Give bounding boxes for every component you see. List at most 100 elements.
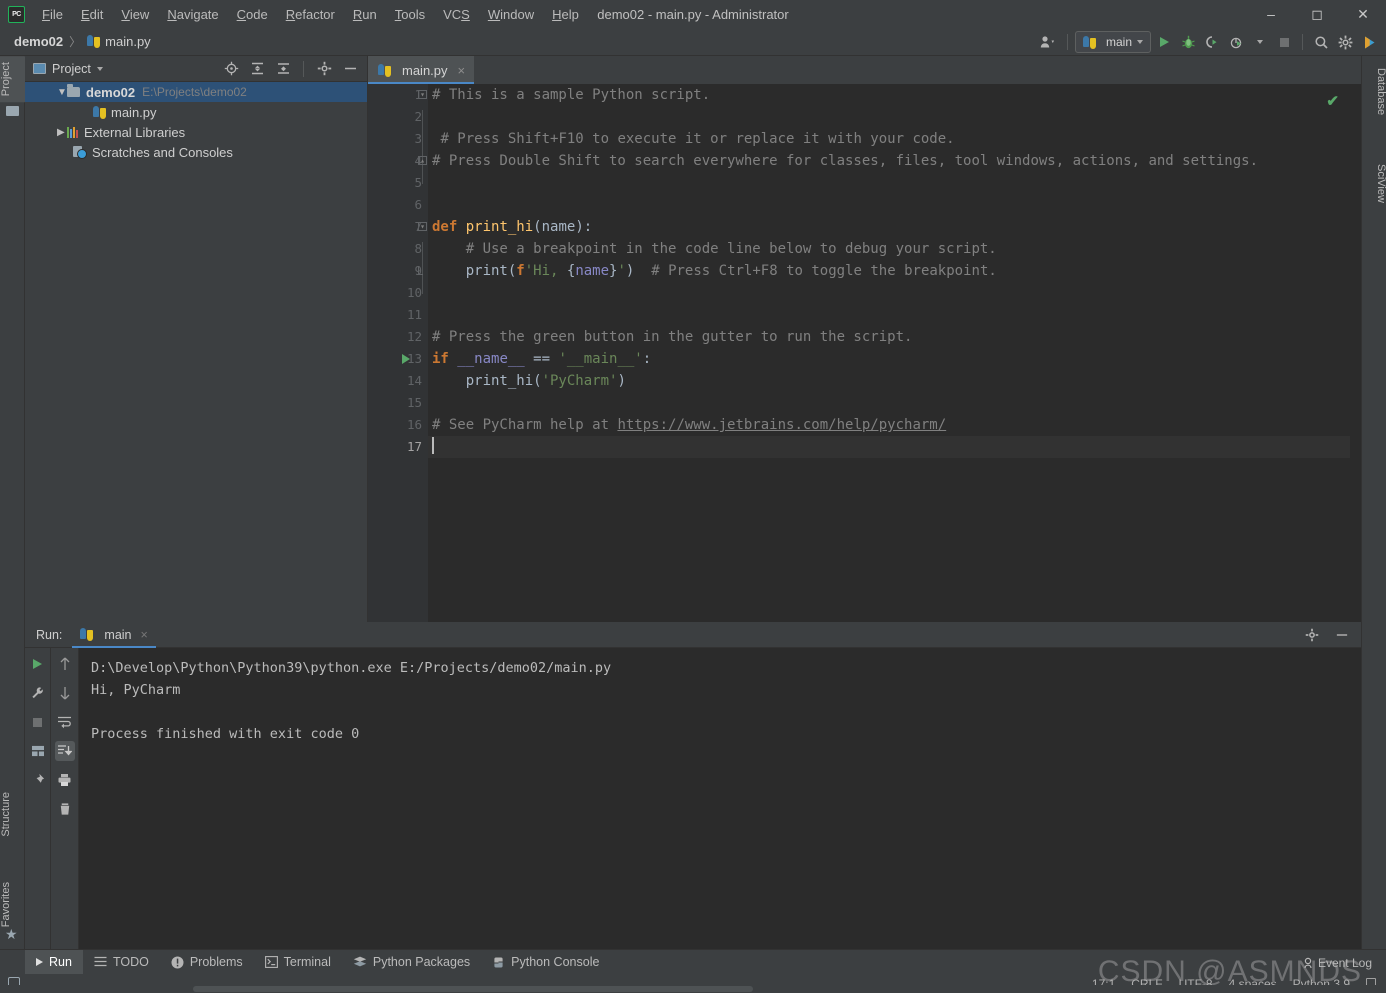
- fold-icon[interactable]: ▾: [418, 222, 427, 231]
- wrench-icon[interactable]: [28, 683, 48, 703]
- profile-button[interactable]: [1225, 31, 1247, 53]
- layout-icon[interactable]: [28, 741, 48, 761]
- run-tab-main[interactable]: main ×: [72, 622, 157, 648]
- close-icon[interactable]: ✕: [1340, 0, 1386, 28]
- bottom-tab-python-packages[interactable]: Python Packages: [342, 950, 481, 975]
- tree-row-demo02[interactable]: ▼ demo02 E:\Projects\demo02: [25, 82, 367, 102]
- sidebar-item-structure[interactable]: Structure: [0, 786, 25, 843]
- sidebar-item-sciview[interactable]: SciView: [1362, 158, 1386, 209]
- stop-icon[interactable]: [28, 712, 48, 732]
- code-line[interactable]: if __name__ == '__main__':: [402, 348, 1361, 370]
- hide-icon[interactable]: [339, 58, 361, 80]
- bottom-tab-run[interactable]: Run: [25, 949, 83, 975]
- console-scrollbar[interactable]: [1350, 648, 1361, 949]
- locate-icon[interactable]: [220, 58, 242, 80]
- bottom-tab-terminal[interactable]: Terminal: [254, 950, 342, 975]
- code-line[interactable]: [428, 282, 1361, 304]
- code-line[interactable]: [428, 172, 1361, 194]
- menu-item-window[interactable]: Window: [479, 3, 543, 26]
- minimize-icon[interactable]: –: [1248, 0, 1294, 28]
- menu-item-help[interactable]: Help: [543, 3, 588, 26]
- sidebar-item-database[interactable]: Database: [1362, 62, 1386, 121]
- maximize-icon[interactable]: ◻: [1294, 0, 1340, 28]
- bottom-tab-todo[interactable]: TODO: [83, 950, 160, 975]
- run-console-output[interactable]: D:\Develop\Python\Python39\python.exe E:…: [79, 648, 1350, 949]
- updates-icon[interactable]: [1358, 31, 1380, 53]
- close-icon[interactable]: ×: [458, 63, 466, 78]
- fold-icon[interactable]: ▾: [418, 90, 427, 99]
- code-line[interactable]: ▾ def print_hi(name):: [418, 216, 1361, 238]
- code-line[interactable]: # Press the green button in the gutter t…: [428, 326, 1361, 348]
- menu-item-edit[interactable]: Edit: [72, 3, 112, 26]
- run-with-coverage-button[interactable]: [1201, 31, 1223, 53]
- gear-icon[interactable]: [313, 58, 335, 80]
- menu-item-code[interactable]: Code: [228, 3, 277, 26]
- chevron-down-icon[interactable]: [96, 66, 103, 71]
- print-icon[interactable]: [55, 770, 75, 790]
- user-account-icon[interactable]: [1037, 31, 1060, 53]
- gear-icon[interactable]: [1334, 31, 1356, 53]
- tree-row-mainpy[interactable]: main.py: [25, 102, 367, 122]
- code-line[interactable]: [428, 304, 1361, 326]
- menu-item-view[interactable]: View: [112, 3, 158, 26]
- run-button[interactable]: [1153, 31, 1175, 53]
- horizontal-scrollbar[interactable]: [0, 985, 1386, 993]
- chevron-right-icon[interactable]: ▶: [57, 127, 65, 138]
- menu-item-file[interactable]: File: [33, 3, 72, 26]
- menu-item-vcs[interactable]: VCS: [434, 3, 479, 26]
- menu-item-tools[interactable]: Tools: [386, 3, 434, 26]
- code-line[interactable]: ▾ # This is a sample Python script.: [418, 84, 1361, 106]
- sidebar-item-favorites[interactable]: Favorites: [0, 876, 25, 933]
- code-line[interactable]: [428, 106, 1361, 128]
- collapse-all-icon[interactable]: [272, 58, 294, 80]
- code-line[interactable]: [428, 436, 1361, 458]
- run-configuration-selector[interactable]: main: [1074, 31, 1151, 53]
- editor-tab-bar: main.py ×: [368, 56, 1361, 84]
- menu-item-refactor[interactable]: Refactor: [277, 3, 344, 26]
- fold-end-icon[interactable]: [418, 266, 423, 275]
- bottom-tab-problems[interactable]: Problems: [160, 950, 254, 975]
- sidebar-item-project[interactable]: Project: [0, 56, 25, 103]
- breadcrumb-file[interactable]: main.py: [105, 34, 151, 49]
- down-arrow-icon[interactable]: [55, 683, 75, 703]
- project-panel-title[interactable]: Project: [52, 62, 91, 76]
- code-line[interactable]: print_hi('PyCharm'): [428, 370, 1361, 392]
- inspection-status-icon[interactable]: ✔: [1326, 92, 1339, 110]
- chevron-down-icon[interactable]: ▼: [57, 87, 67, 98]
- tree-row-scratches[interactable]: Scratches and Consoles: [25, 142, 367, 162]
- pin-icon[interactable]: [28, 770, 48, 790]
- code-line[interactable]: # Press Shift+F10 to execute it or repla…: [428, 128, 1361, 150]
- editor-scrollbar[interactable]: [1350, 84, 1361, 622]
- run-gutter-icon[interactable]: [402, 354, 410, 364]
- fold-end-icon[interactable]: ▴: [418, 156, 427, 165]
- breadcrumb-project[interactable]: demo02: [14, 34, 63, 49]
- code-editor[interactable]: 1 2 3 4 5 6 7 8 9 10 11 12 13 14 15 16 17 ▾ # This is a s…: [368, 84, 1361, 622]
- code-line[interactable]: ▴ # Press Double Shift to search everywhe…: [418, 150, 1361, 172]
- rerun-icon[interactable]: [28, 654, 48, 674]
- code-line[interactable]: [428, 194, 1361, 216]
- expand-all-icon[interactable]: [246, 58, 268, 80]
- problems-icon: [171, 956, 184, 968]
- gear-icon[interactable]: [1301, 624, 1323, 646]
- hide-icon[interactable]: [1331, 624, 1353, 646]
- code-line[interactable]: # Use a breakpoint in the code line belo…: [428, 238, 1361, 260]
- scroll-to-end-icon[interactable]: [54, 741, 75, 761]
- trash-icon[interactable]: [55, 799, 75, 819]
- scrollbar-thumb[interactable]: [193, 986, 753, 992]
- soft-wrap-icon[interactable]: [55, 712, 75, 732]
- code-line[interactable]: # See PyCharm help at https://www.jetbra…: [428, 414, 1361, 436]
- debug-button[interactable]: [1177, 31, 1199, 53]
- code-line[interactable]: [428, 392, 1361, 414]
- close-icon[interactable]: ×: [141, 628, 148, 642]
- chevron-down-icon[interactable]: [1249, 31, 1271, 53]
- editor-tab-mainpy[interactable]: main.py ×: [368, 56, 475, 84]
- search-icon[interactable]: [1310, 31, 1332, 53]
- up-arrow-icon[interactable]: [55, 654, 75, 674]
- menu-item-run[interactable]: Run: [344, 3, 386, 26]
- code-content[interactable]: ▾ # This is a sample Python script. # Pre…: [402, 84, 1361, 622]
- tree-row-external-libraries[interactable]: ▶ External Libraries: [25, 122, 367, 142]
- menu-item-navigate[interactable]: Navigate: [158, 3, 227, 26]
- code-line[interactable]: print(f'Hi, {name}') # Press Ctrl+F8 to …: [418, 260, 1361, 282]
- bottom-tab-python-console[interactable]: Python Console: [481, 950, 610, 975]
- event-log-button[interactable]: Event Log: [1302, 956, 1372, 970]
